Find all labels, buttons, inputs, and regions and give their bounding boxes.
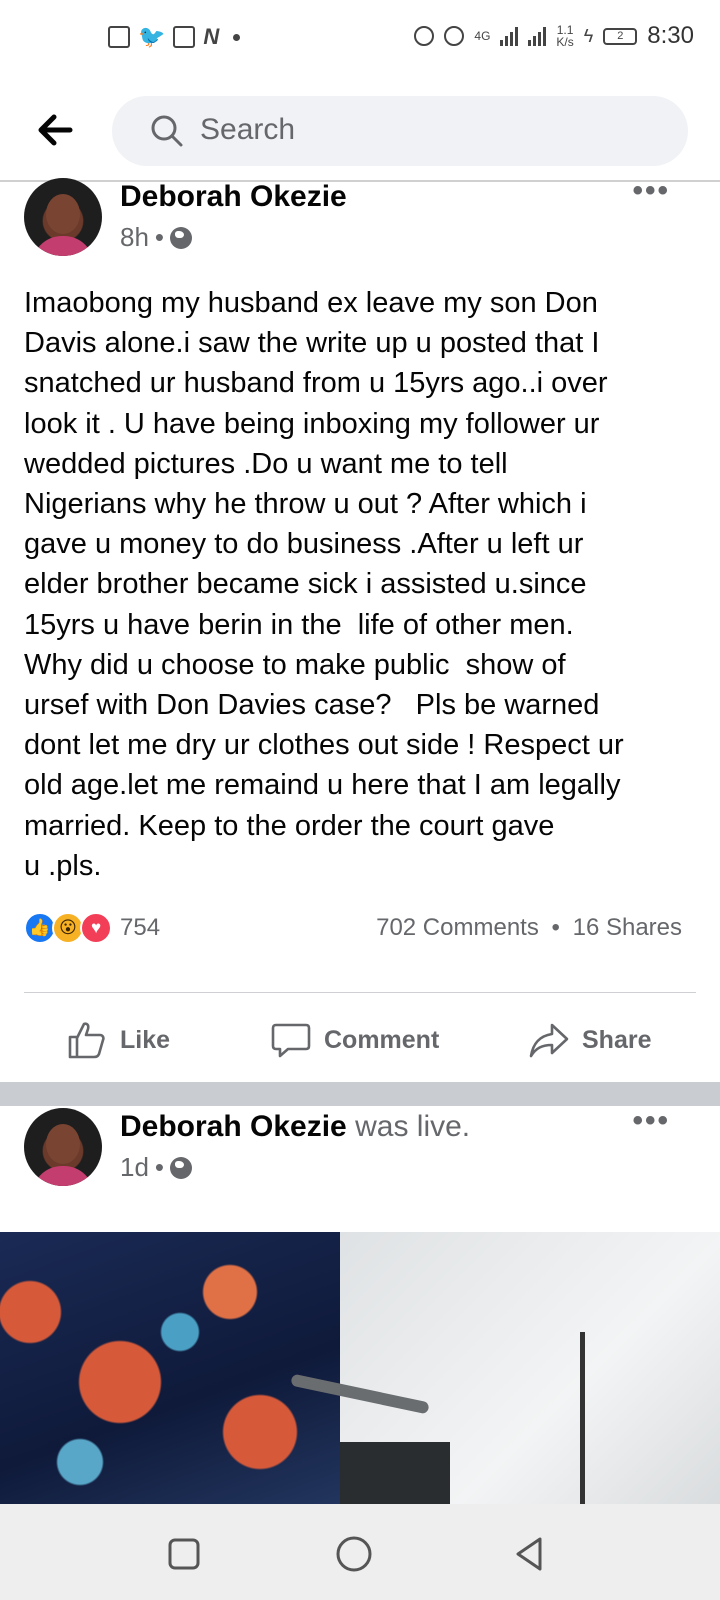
search-header: Search [0, 80, 720, 182]
avatar-shirt [32, 1166, 94, 1186]
post-time[interactable]: 1d [120, 1152, 149, 1183]
signal-icon [500, 26, 519, 46]
data-saver-icon [444, 26, 465, 46]
system-navigation-bar [0, 1504, 720, 1600]
feed-separator [0, 1082, 720, 1106]
post-text: Imaobong my husband ex leave my son Don … [24, 287, 624, 882]
comments-count[interactable]: 702 Comments [376, 914, 539, 941]
recent-apps-icon[interactable] [164, 1534, 204, 1574]
post-time[interactable]: 8h [120, 222, 149, 253]
system-status: 4G 1.1 K/s ϟ 2 8:30 [414, 22, 694, 50]
cable [580, 1332, 585, 1504]
love-reaction-icon: ♥ [80, 912, 112, 944]
thumbs-up-icon [68, 1022, 105, 1059]
network-type: 4G [474, 29, 491, 43]
author-suffix: was live. [355, 1110, 471, 1143]
avatar[interactable] [24, 1108, 102, 1186]
window-frame [340, 1442, 450, 1504]
meta-separator: • [154, 1152, 165, 1182]
more-notifications-dot [233, 33, 241, 41]
twitter-icon: 🐦 [138, 24, 166, 49]
news-icon: N [203, 24, 220, 49]
comment-button[interactable]: Comment [270, 1010, 439, 1070]
message-icon [108, 26, 130, 48]
post-meta: 8h • [120, 222, 193, 253]
author-name[interactable]: Deborah Okezie [120, 180, 347, 213]
share-label: Share [582, 1025, 652, 1054]
share-button[interactable]: Share [528, 1010, 651, 1070]
clock: 8:30 [647, 22, 694, 49]
avatar-face [46, 1124, 80, 1164]
more-options-icon[interactable]: ••• [632, 1104, 670, 1138]
author-name[interactable]: Deborah Okezie [120, 1110, 347, 1143]
globe-icon [170, 1156, 193, 1179]
alarm-icon [414, 26, 435, 46]
share-icon [529, 1023, 569, 1058]
fabric-pattern [0, 1232, 340, 1504]
post-meta: 1d • [120, 1152, 193, 1183]
battery-icon: 2 [603, 27, 638, 45]
globe-icon [170, 226, 193, 249]
post-author[interactable]: Deborah Okezie was live. [120, 1110, 470, 1144]
live-video-thumbnail[interactable] [0, 1232, 720, 1504]
data-speed: 1.1 K/s [556, 24, 573, 48]
reaction-summary[interactable]: 👍 😮 ♥ 754 [24, 912, 160, 944]
post-actions: Like Comment Share [0, 1010, 720, 1070]
like-label: Like [120, 1025, 171, 1054]
avatar-shirt [32, 236, 94, 256]
meta-separator: • [154, 222, 165, 252]
more-options-icon[interactable]: ••• [632, 174, 670, 208]
home-icon[interactable] [334, 1534, 374, 1574]
data-speed-unit: K/s [556, 35, 574, 49]
shares-count[interactable]: 16 Shares [573, 914, 682, 941]
comment-icon [271, 1023, 311, 1058]
signal-icon-2 [528, 26, 547, 46]
comment-label: Comment [324, 1025, 440, 1054]
notification-icon [173, 26, 196, 48]
search-icon [151, 115, 183, 147]
search-placeholder: Search [200, 113, 296, 146]
status-bar: 🐦 N 4G 1.1 K/s ϟ 2 8:30 [0, 0, 720, 80]
back-nav-icon[interactable] [510, 1534, 550, 1574]
post-author[interactable]: Deborah Okezie [120, 180, 347, 214]
charging-icon: ϟ [583, 25, 594, 46]
avatar-face [46, 194, 80, 234]
notification-icons: 🐦 N [108, 24, 241, 50]
post-stats: 702 Comments • 16 Shares [376, 914, 682, 942]
reaction-count: 754 [120, 914, 161, 941]
back-arrow-icon[interactable] [34, 110, 74, 150]
stats-separator: • [551, 914, 560, 941]
search-input[interactable]: Search [112, 96, 688, 166]
avatar[interactable] [24, 178, 102, 256]
divider [24, 992, 696, 993]
like-button[interactable]: Like [66, 1010, 170, 1070]
